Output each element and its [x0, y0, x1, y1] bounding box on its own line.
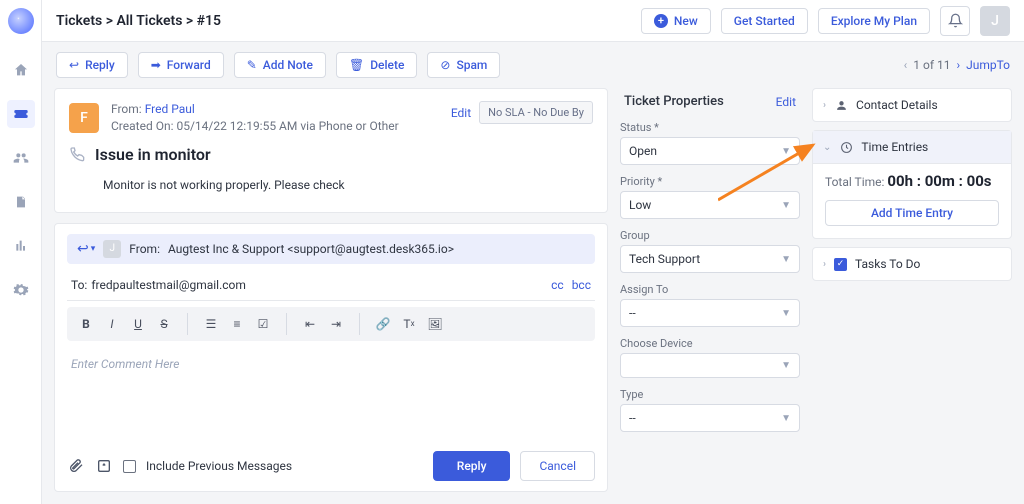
- editor-body[interactable]: Enter Comment Here: [67, 347, 595, 443]
- reply-mode-icon[interactable]: ↩ ▾: [77, 241, 95, 257]
- cancel-button[interactable]: Cancel: [520, 451, 595, 481]
- text-format-icon[interactable]: Tx: [398, 313, 420, 335]
- get-started-button[interactable]: Get Started: [721, 8, 808, 34]
- edit-properties-link[interactable]: Edit: [776, 95, 796, 109]
- reply-icon: ↩: [69, 58, 79, 72]
- chevron-down-icon: ▼: [781, 308, 791, 319]
- chevron-down-icon: ▼: [781, 360, 791, 371]
- properties-title: Ticket Properties: [624, 94, 724, 109]
- chevron-right-icon: ›: [823, 259, 826, 270]
- rail-contacts-icon[interactable]: [7, 144, 35, 172]
- underline-icon[interactable]: U: [127, 313, 149, 335]
- header: Tickets > All Tickets > #15 + New Get Sta…: [42, 0, 1024, 42]
- cc-link[interactable]: cc: [551, 278, 564, 292]
- prev-ticket-icon[interactable]: ‹: [904, 58, 908, 72]
- ol-icon[interactable]: ≡: [226, 313, 248, 335]
- person-icon: [834, 99, 848, 112]
- attachment-icon[interactable]: [67, 458, 85, 474]
- send-reply-button[interactable]: Reply: [433, 451, 511, 481]
- forward-icon: ➡: [151, 58, 161, 72]
- phone-icon: [69, 146, 85, 162]
- status-select[interactable]: Open▼: [620, 137, 800, 165]
- contact-name-link[interactable]: Fred Paul: [145, 102, 195, 116]
- notifications-icon[interactable]: [940, 6, 970, 36]
- pager-text: 1 of 11: [913, 58, 950, 72]
- tasks-accordion[interactable]: ›✓Tasks To Do: [812, 247, 1012, 281]
- add-time-entry-button[interactable]: Add Time Entry: [825, 200, 999, 226]
- pager: ‹ 1 of 11 › JumpTo: [904, 58, 1010, 72]
- trash-icon: 🗑: [349, 58, 364, 72]
- editor-toolbar: B I U S ☰ ≡ ☑ ⇤: [67, 307, 595, 341]
- to-field[interactable]: fredpaultestmail@gmail.com: [91, 278, 246, 292]
- include-prev-label: Include Previous Messages: [146, 459, 292, 473]
- assign-select[interactable]: --▼: [620, 299, 800, 327]
- strike-icon[interactable]: S: [153, 313, 175, 335]
- ticket-card: F From: Fred Paul Created On: 05/14/22 1…: [54, 88, 608, 213]
- spam-icon: ⊘: [440, 58, 450, 72]
- chevron-down-icon: ▼: [781, 146, 791, 157]
- time-entries-accordion: ⌄Time Entries Total Time: 00h : 00m : 00…: [812, 130, 1012, 239]
- forward-button[interactable]: ➡Forward: [138, 52, 224, 78]
- chevron-down-icon: ▼: [781, 413, 791, 424]
- task-check-icon: ✓: [834, 258, 847, 271]
- rail-tickets-icon[interactable]: [7, 100, 35, 128]
- bold-icon[interactable]: B: [75, 313, 97, 335]
- bcc-link[interactable]: bcc: [572, 278, 591, 292]
- ticket-description: Monitor is not working properly. Please …: [103, 178, 593, 192]
- created-on: Created On: 05/14/22 12:19:55 AM via Pho…: [111, 118, 399, 135]
- rail-reports-icon[interactable]: [7, 232, 35, 260]
- reply-button[interactable]: ↩Reply: [56, 52, 128, 78]
- delete-button[interactable]: 🗑Delete: [336, 52, 417, 78]
- outdent-icon[interactable]: ⇤: [299, 313, 321, 335]
- ul-icon[interactable]: ☰: [200, 313, 222, 335]
- ticket-properties-panel: Ticket Properties Edit Status *Open▼ Pri…: [620, 88, 800, 492]
- add-note-button[interactable]: ✎Add Note: [234, 52, 326, 78]
- next-ticket-icon[interactable]: ›: [956, 58, 960, 72]
- clock-icon: [839, 141, 853, 154]
- note-icon: ✎: [247, 58, 257, 72]
- breadcrumb: Tickets > All Tickets > #15: [56, 13, 221, 29]
- ticket-toolbar: ↩Reply ➡Forward ✎Add Note 🗑Delete ⊘Spam …: [42, 42, 1024, 88]
- composer-from: Augtest Inc & Support <support@augtest.d…: [168, 242, 454, 256]
- checklist-icon[interactable]: ☑: [252, 313, 274, 335]
- app-logo[interactable]: [8, 8, 34, 34]
- chevron-down-icon: ▼: [781, 254, 791, 265]
- device-select[interactable]: ▼: [620, 353, 800, 378]
- editor-placeholder: Enter Comment Here: [71, 357, 179, 371]
- user-avatar[interactable]: J: [980, 6, 1010, 36]
- chevron-right-icon: ›: [823, 100, 826, 111]
- italic-icon[interactable]: I: [101, 313, 123, 335]
- total-time-value: 00h : 00m : 00s: [887, 172, 991, 190]
- explore-plan-button[interactable]: Explore My Plan: [818, 8, 930, 34]
- include-prev-checkbox[interactable]: [123, 460, 136, 473]
- priority-select[interactable]: Low▼: [620, 191, 800, 219]
- chevron-down-icon: ⌄: [823, 142, 831, 153]
- spam-button[interactable]: ⊘Spam: [427, 52, 500, 78]
- canned-response-icon[interactable]: [95, 458, 113, 474]
- reply-composer: ↩ ▾ J From: Augtest Inc & Support <suppo…: [54, 223, 608, 492]
- edit-ticket-link[interactable]: Edit: [451, 106, 471, 120]
- rail-home-icon[interactable]: [7, 56, 35, 84]
- chevron-down-icon: ▼: [781, 200, 791, 211]
- contact-details-accordion[interactable]: ›Contact Details: [812, 88, 1012, 122]
- rail-settings-icon[interactable]: [7, 276, 35, 304]
- group-select[interactable]: Tech Support▼: [620, 245, 800, 273]
- ticket-meta: From: Fred Paul Created On: 05/14/22 12:…: [111, 101, 399, 135]
- link-icon[interactable]: 🔗: [372, 313, 394, 335]
- new-button[interactable]: + New: [641, 8, 711, 34]
- plus-icon: +: [654, 14, 668, 28]
- rail-knowledge-icon[interactable]: [7, 188, 35, 216]
- ticket-title: Issue in monitor: [95, 145, 211, 164]
- indent-icon[interactable]: ⇥: [325, 313, 347, 335]
- jump-to-link[interactable]: JumpTo: [966, 58, 1010, 72]
- contact-avatar: F: [69, 103, 99, 133]
- type-select[interactable]: --▼: [620, 404, 800, 432]
- agent-avatar: J: [103, 240, 121, 258]
- sla-badge: No SLA - No Due By: [479, 101, 593, 124]
- new-button-label: New: [674, 14, 698, 28]
- image-icon[interactable]: 🖼: [424, 313, 446, 335]
- nav-rail: [0, 0, 42, 504]
